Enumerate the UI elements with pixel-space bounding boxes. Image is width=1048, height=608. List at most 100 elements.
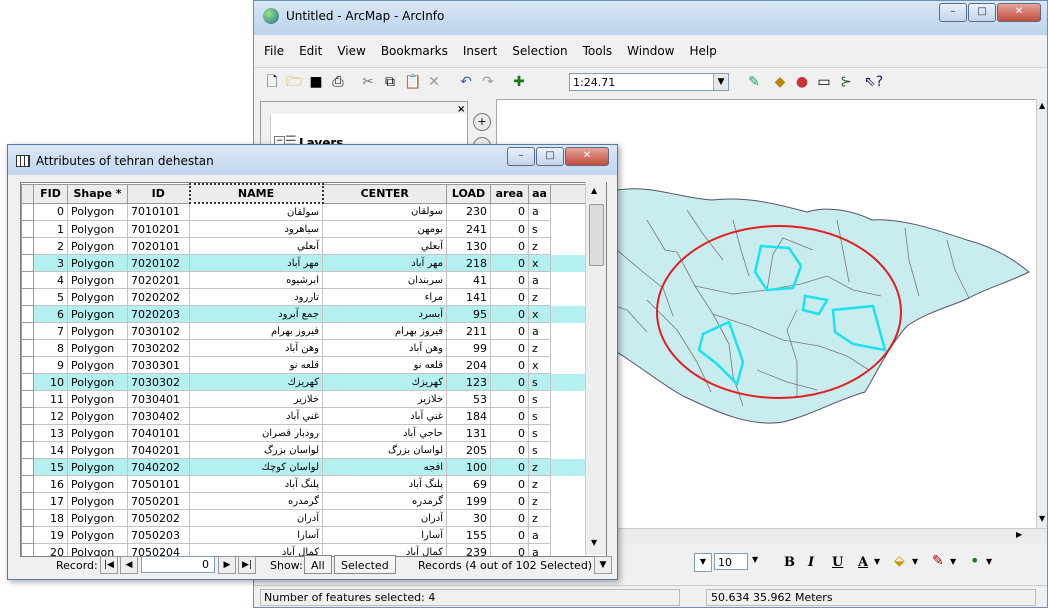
- catalog-icon[interactable]: ◆: [772, 74, 788, 90]
- cell-center[interactable]: غني آباد: [322, 407, 447, 425]
- cell-center[interactable]: آسارا: [322, 526, 447, 544]
- show-selected-button[interactable]: Selected: [334, 555, 396, 574]
- cell-aa[interactable]: z: [528, 237, 551, 255]
- scroll-up-icon[interactable]: ▲: [591, 186, 597, 195]
- cell-area[interactable]: 0: [490, 288, 529, 306]
- cell-area[interactable]: 0: [490, 475, 529, 493]
- cell-id[interactable]: 7040202: [127, 458, 190, 476]
- cell-name[interactable]: تاررود: [189, 288, 323, 306]
- row-selector[interactable]: [21, 202, 34, 221]
- font-color-button[interactable]: A: [858, 555, 868, 570]
- cell-shape[interactable]: Polygon: [67, 526, 128, 544]
- cell-load[interactable]: 99: [446, 339, 491, 357]
- column-header-aa[interactable]: aa: [528, 183, 551, 204]
- cell-load[interactable]: 211: [446, 322, 491, 340]
- cell-center[interactable]: افجه: [322, 458, 447, 476]
- cell-shape[interactable]: Polygon: [67, 390, 128, 408]
- chevron-down-icon[interactable]: ▼: [752, 555, 758, 564]
- cut-icon[interactable]: ✂: [360, 74, 376, 90]
- cell-aa[interactable]: s: [528, 390, 551, 408]
- cell-fid[interactable]: 17: [33, 492, 68, 510]
- copy-icon[interactable]: ⧉: [382, 74, 398, 90]
- cell-shape[interactable]: Polygon: [67, 288, 128, 306]
- cell-center[interactable]: وهن آباد: [322, 339, 447, 357]
- cell-center[interactable]: خلازير: [322, 390, 447, 408]
- cell-shape[interactable]: Polygon: [67, 492, 128, 510]
- row-selector[interactable]: [21, 390, 34, 408]
- scroll-right-icon[interactable]: ▶: [1016, 530, 1022, 539]
- cell-area[interactable]: 0: [490, 356, 529, 374]
- paste-icon[interactable]: 📋: [404, 74, 421, 90]
- cell-aa[interactable]: z: [528, 492, 551, 510]
- cell-id[interactable]: 7030402: [127, 407, 190, 425]
- cell-load[interactable]: 69: [446, 475, 491, 493]
- cell-name[interactable]: گرمدره: [189, 492, 323, 510]
- map-vertical-scrollbar[interactable]: ▲ ▼: [1036, 99, 1047, 541]
- font-dropdown[interactable]: ▼: [694, 553, 712, 572]
- table-row[interactable]: 19 Polygon 7050203 آسارا آسارا 155 0 a: [21, 526, 601, 544]
- cell-name[interactable]: قلعه نو: [189, 356, 323, 374]
- model-builder-icon[interactable]: ⊱: [838, 74, 854, 90]
- cell-aa[interactable]: z: [528, 475, 551, 493]
- cell-shape[interactable]: Polygon: [67, 441, 128, 459]
- whats-this-icon[interactable]: ⇖?: [864, 74, 883, 90]
- cell-id[interactable]: 7020101: [127, 237, 190, 255]
- cell-fid[interactable]: 8: [33, 339, 68, 357]
- row-selector[interactable]: [21, 509, 34, 527]
- cell-name[interactable]: آسارا: [189, 526, 323, 544]
- fill-color-icon[interactable]: ⬙: [894, 553, 905, 569]
- column-header-fid[interactable]: FID: [33, 183, 68, 204]
- menu-window[interactable]: Window: [617, 39, 679, 63]
- scroll-down-icon[interactable]: ▼: [591, 538, 597, 547]
- cell-name[interactable]: سولقان: [189, 202, 323, 221]
- map-scale-combo[interactable]: 1:24.71 ▼: [569, 73, 729, 91]
- cell-load[interactable]: 131: [446, 424, 491, 442]
- cell-id[interactable]: 7040101: [127, 424, 190, 442]
- cell-fid[interactable]: 15: [33, 458, 68, 476]
- scroll-up-icon[interactable]: ▲: [1039, 101, 1045, 110]
- redo-icon[interactable]: ↷: [480, 74, 496, 90]
- row-selector[interactable]: [21, 458, 34, 476]
- cell-center[interactable]: بومهن: [322, 220, 447, 238]
- cell-load[interactable]: 199: [446, 492, 491, 510]
- cell-shape[interactable]: Polygon: [67, 305, 128, 323]
- cell-id[interactable]: 7050203: [127, 526, 190, 544]
- cell-load[interactable]: 41: [446, 271, 491, 289]
- attr-close-button[interactable]: ✕: [565, 147, 609, 166]
- cell-fid[interactable]: 19: [33, 526, 68, 544]
- row-selector[interactable]: [21, 475, 34, 493]
- cell-area[interactable]: 0: [490, 424, 529, 442]
- line-color-icon[interactable]: ✎: [932, 553, 944, 569]
- cell-area[interactable]: 0: [490, 322, 529, 340]
- close-button[interactable]: ✕: [997, 3, 1041, 22]
- editor-icon[interactable]: ✎: [746, 74, 762, 90]
- table-row[interactable]: 14 Polygon 7040201 لواسان بزرگ لواسان بزرگ 20…: [21, 441, 601, 459]
- row-selector[interactable]: [21, 220, 34, 238]
- cell-shape[interactable]: Polygon: [67, 322, 128, 340]
- cell-fid[interactable]: 16: [33, 475, 68, 493]
- bold-button[interactable]: B: [784, 555, 795, 570]
- cell-id[interactable]: 7040201: [127, 441, 190, 459]
- save-icon[interactable]: ■: [308, 74, 324, 90]
- cell-fid[interactable]: 6: [33, 305, 68, 323]
- cell-name[interactable]: غني آباد: [189, 407, 323, 425]
- cell-area[interactable]: 0: [490, 339, 529, 357]
- table-row[interactable]: 9 Polygon 7030301 قلعه نو قلعه نو 204 0 x: [21, 356, 601, 374]
- menu-edit[interactable]: Edit: [289, 39, 327, 63]
- cell-fid[interactable]: 13: [33, 424, 68, 442]
- table-row[interactable]: 10 Polygon 7030302 كهريزك كهريزك 123 0 s: [21, 373, 601, 391]
- cell-shape[interactable]: Polygon: [67, 339, 128, 357]
- cell-shape[interactable]: Polygon: [67, 356, 128, 374]
- row-selector[interactable]: [21, 526, 34, 544]
- table-row[interactable]: 3 Polygon 7020102 مهر آباد مهر آباد 218 0 x: [21, 254, 601, 272]
- cell-aa[interactable]: s: [528, 441, 551, 459]
- next-record-icon[interactable]: ▶: [218, 556, 236, 574]
- cell-shape[interactable]: Polygon: [67, 271, 128, 289]
- row-selector[interactable]: [21, 492, 34, 510]
- attribute-table[interactable]: FID Shape * ID NAME CENTER LOAD area aa …: [20, 182, 607, 557]
- cell-fid[interactable]: 0: [33, 202, 68, 221]
- table-row[interactable]: 8 Polygon 7030202 وهن آباد وهن آباد 99 0 z: [21, 339, 601, 357]
- underline-button[interactable]: U: [832, 555, 843, 570]
- cell-load[interactable]: 30: [446, 509, 491, 527]
- cell-name[interactable]: آدران: [189, 509, 323, 527]
